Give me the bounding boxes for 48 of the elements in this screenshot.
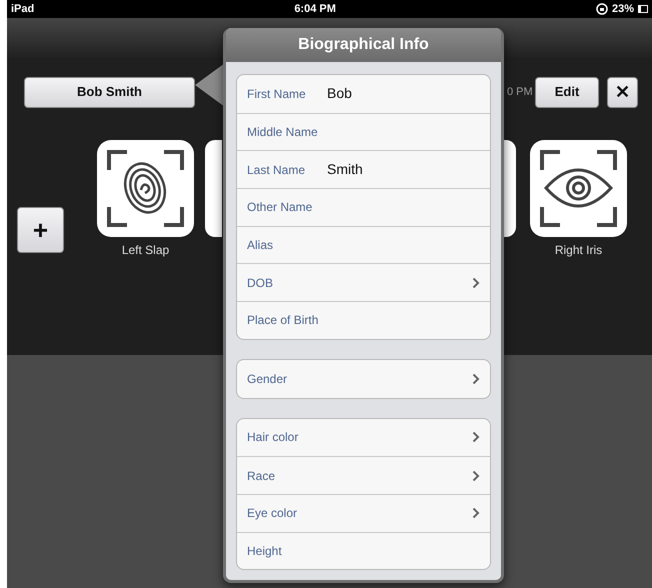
field-label: Middle Name	[247, 124, 319, 142]
scan-tile[interactable]	[503, 140, 516, 237]
subject-button[interactable]: Bob Smith	[24, 76, 195, 108]
chevron-icon	[472, 431, 480, 444]
form-row[interactable]: DOB	[237, 263, 490, 302]
tile-label: Left Slap	[122, 242, 170, 259]
edit-button[interactable]: Edit	[535, 76, 599, 108]
scan-tile[interactable]	[97, 140, 194, 237]
form-row[interactable]: Last Name Smith	[237, 150, 490, 188]
device-name: iPad	[11, 2, 34, 17]
status-time: 6:04 PM	[294, 2, 336, 17]
form-row[interactable]: Alias	[237, 226, 490, 264]
chevron-icon	[472, 470, 480, 482]
form-row[interactable]: First Name Bob	[237, 75, 490, 113]
popover-title: Biographical Info	[226, 28, 501, 62]
time-text: 0 PM	[507, 84, 534, 100]
rotation-lock-icon	[596, 3, 608, 15]
battery-percent: 23%	[612, 2, 634, 17]
field-label: Race	[247, 468, 276, 485]
form-row[interactable]: Race	[237, 456, 490, 494]
field-label: Gender	[247, 370, 288, 388]
field-label: First Name	[247, 86, 307, 103]
field-label: DOB	[247, 274, 274, 292]
field-label: Eye color	[247, 505, 298, 522]
scan-tile[interactable]	[205, 140, 222, 237]
close-button[interactable]: ✕	[607, 76, 638, 108]
form-row[interactable]: Eye color	[237, 494, 490, 532]
chevron-icon	[472, 507, 480, 520]
form-row[interactable]: Other Name	[237, 188, 490, 226]
form-row[interactable]: Gender	[237, 360, 490, 398]
field-label: Other Name	[247, 199, 314, 216]
tile-label: Right Iris	[554, 242, 602, 259]
field-label: Height	[247, 542, 283, 560]
field-label: Hair color	[247, 429, 300, 446]
add-button[interactable]: +	[17, 207, 64, 253]
form-row[interactable]: Hair color	[237, 418, 490, 456]
form-row[interactable]: Middle Name	[237, 112, 490, 150]
form-row[interactable]: Height	[237, 532, 490, 570]
battery-icon	[638, 5, 648, 13]
field-label: Last Name	[247, 162, 306, 179]
field-value: Bob	[327, 84, 353, 104]
chevron-icon	[472, 276, 480, 289]
field-value: Smith	[327, 160, 364, 180]
field-label: Place of Birth	[247, 312, 320, 330]
scan-tile[interactable]	[530, 140, 627, 237]
field-label: Alias	[247, 237, 274, 254]
form-row[interactable]: Place of Birth	[237, 301, 490, 339]
chevron-icon	[472, 372, 480, 385]
